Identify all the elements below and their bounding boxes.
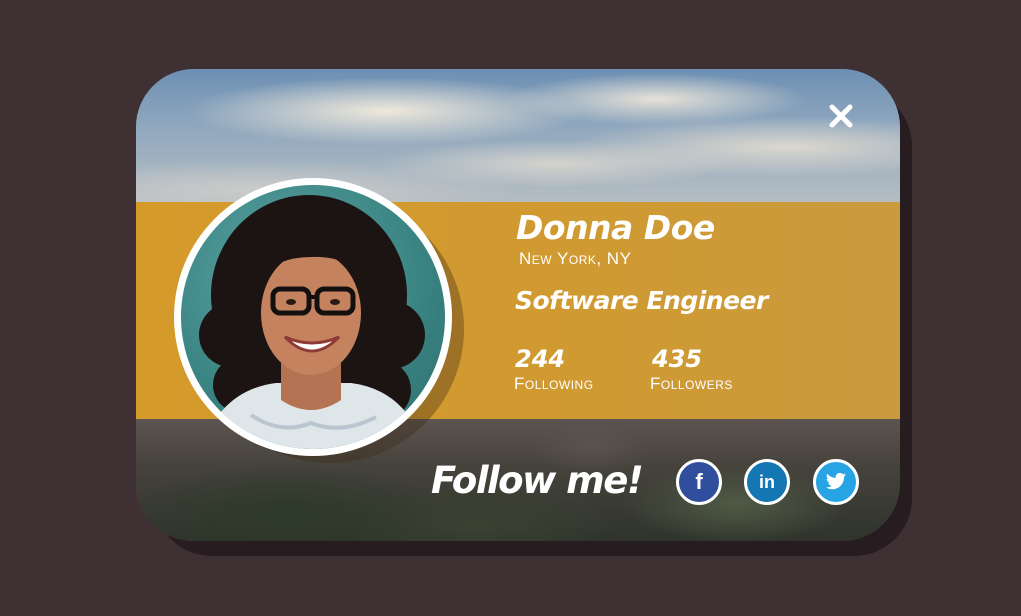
followers-label[interactable]: Followers [650, 375, 733, 392]
twitter-button[interactable] [813, 459, 859, 505]
sky-background [136, 69, 900, 209]
avatar [174, 178, 452, 456]
close-icon [829, 104, 853, 128]
avatar-photo [181, 185, 445, 449]
following-label[interactable]: Following [514, 375, 594, 392]
profile-name: Donna Doe [516, 208, 715, 247]
facebook-button[interactable]: f [676, 459, 722, 505]
follow-me-heading: Follow me! [431, 459, 644, 502]
followers-count[interactable]: 435 [652, 347, 702, 371]
close-button[interactable] [826, 101, 856, 131]
following-count[interactable]: 244 [515, 347, 565, 371]
twitter-icon [825, 472, 847, 490]
facebook-icon: f [695, 469, 703, 494]
linkedin-button[interactable]: in [744, 459, 790, 505]
linkedin-icon: in [759, 472, 775, 492]
portrait-illustration [199, 195, 425, 449]
profile-job-title: Software Engineer [515, 286, 768, 315]
profile-location: New York, NY [519, 249, 632, 268]
